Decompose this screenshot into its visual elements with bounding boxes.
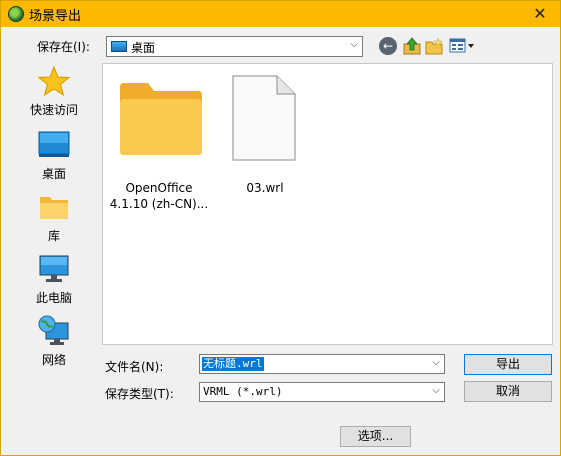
up-folder-button[interactable] — [403, 37, 421, 55]
back-arrow-icon: ← — [382, 39, 394, 53]
file-name-line1: 03.wrl — [246, 181, 284, 195]
save-dialog: 场景导出 ✕ 保存在(I): 桌面 ⌵ ← 快速访问 桌面 库 此电脑 网络 O… — [0, 0, 561, 456]
places-bar: 快速访问 桌面 库 此电脑 网络 — [11, 63, 97, 373]
file-type-value: VRML (*.wrl) — [203, 385, 283, 398]
file-icon — [232, 75, 296, 161]
save-in-label: 保存在(I): — [37, 40, 90, 54]
title-bar[interactable]: 场景导出 ✕ — [1, 1, 560, 27]
place-library[interactable]: 库 — [11, 191, 97, 247]
place-label: 此电脑 — [35, 291, 72, 305]
file-type-dropdown[interactable]: VRML (*.wrl) ⌵ — [199, 382, 445, 402]
network-icon — [38, 315, 69, 345]
place-desktop[interactable]: 桌面 — [11, 129, 97, 185]
folder-icon — [120, 83, 202, 155]
close-button[interactable]: ✕ — [530, 4, 550, 24]
place-label: 网络 — [41, 353, 66, 367]
window-title: 场景导出 — [29, 9, 82, 24]
chevron-down-icon: ⌵ — [350, 39, 358, 50]
export-button[interactable]: 导出 — [464, 354, 552, 375]
place-label: 库 — [47, 229, 60, 243]
file-name-line2: 4.1.10 (zh-CN)... — [109, 197, 209, 211]
save-in-dropdown[interactable]: 桌面 ⌵ — [106, 36, 363, 57]
library-folder-icon — [40, 197, 68, 219]
file-name-label: 文件名(N): — [105, 360, 164, 374]
back-button[interactable]: ← — [379, 37, 397, 55]
chevron-down-icon: ⌵ — [432, 385, 440, 396]
place-quick-access[interactable]: 快速访问 — [11, 65, 97, 121]
chevron-down-icon[interactable]: ⌵ — [432, 357, 440, 368]
new-folder-button[interactable] — [425, 37, 443, 55]
save-in-value: 桌面 — [131, 41, 156, 55]
cancel-button[interactable]: 取消 — [464, 381, 552, 402]
monitor-icon — [39, 255, 69, 282]
options-button[interactable]: 选项... — [340, 426, 411, 447]
place-label: 快速访问 — [29, 103, 78, 117]
file-name-line1: OpenOffice — [125, 181, 193, 195]
file-list[interactable]: OpenOffice 4.1.10 (zh-CN)... 03.wrl — [102, 63, 553, 345]
place-network[interactable]: 网络 — [11, 315, 97, 371]
file-name-value: 无标题.wrl — [202, 357, 264, 371]
app-globe-icon — [8, 6, 24, 22]
star-icon — [38, 65, 70, 97]
place-label: 桌面 — [41, 167, 66, 181]
file-type-label: 保存类型(T): — [105, 387, 174, 401]
desktop-small-icon — [111, 41, 127, 52]
place-this-pc[interactable]: 此电脑 — [11, 253, 97, 309]
close-icon: ✕ — [533, 4, 547, 23]
file-name-input[interactable]: 无标题.wrl ⌵ — [199, 354, 445, 374]
desktop-icon — [38, 131, 70, 157]
view-menu-button[interactable] — [449, 37, 475, 55]
